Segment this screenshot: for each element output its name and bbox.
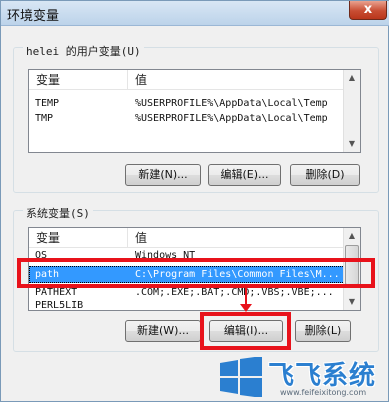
list-item[interactable]: TEMP %USERPROFILE%\AppData\Local\Temp <box>29 96 345 111</box>
scrollbar-thumb[interactable] <box>345 245 359 285</box>
close-icon: x <box>363 2 373 17</box>
vertical-scrollbar[interactable]: ▲ ▼ <box>343 228 360 310</box>
user-new-button[interactable]: 新建(N)... <box>125 164 201 186</box>
annotation-arrow-line <box>245 284 247 306</box>
column-header-variable[interactable]: 变量 <box>29 228 128 248</box>
environment-variables-dialog: 环境变量 x helei 的用户变量(U) 变量 值 TEMP %USERPRO… <box>0 0 389 402</box>
user-delete-button[interactable]: 删除(D) <box>290 164 360 186</box>
system-variables-list[interactable]: 变量 值 OS Windows_NT path C:\Program Files… <box>28 227 361 311</box>
title-bar[interactable]: 环境变量 x <box>1 1 389 26</box>
system-edit-button[interactable]: 编辑(I)... <box>209 320 283 342</box>
scroll-down-icon[interactable]: ▼ <box>344 136 360 152</box>
watermark: 飞飞系统 www.feifeixitong.com <box>214 355 384 399</box>
scroll-up-icon[interactable]: ▲ <box>344 70 360 86</box>
variable-value: %USERPROFILE%\AppData\Local\Temp <box>135 98 328 109</box>
window-title: 环境变量 <box>7 9 60 24</box>
user-edit-button[interactable]: 编辑(E)... <box>208 164 281 186</box>
list-header: 变量 值 <box>29 70 345 90</box>
annotation-arrow-head-icon <box>240 304 252 312</box>
list-item[interactable]: PERL5LIB <box>29 298 345 311</box>
column-header-value[interactable]: 值 <box>128 70 345 90</box>
column-header-value[interactable]: 值 <box>128 228 345 248</box>
system-variables-label: 系统变量(S) <box>23 205 93 221</box>
variable-name: PERL5LIB <box>35 300 84 311</box>
variable-name: TEMP <box>35 98 60 109</box>
column-header-variable[interactable]: 变量 <box>29 70 128 90</box>
system-delete-button[interactable]: 删除(L) <box>295 320 351 342</box>
windows-logo-icon <box>220 357 262 397</box>
user-variables-list[interactable]: 变量 值 TEMP %USERPROFILE%\AppData\Local\Te… <box>28 69 361 153</box>
list-item[interactable]: TMP %USERPROFILE%\AppData\Local\Temp <box>29 111 345 126</box>
variable-value: Windows_NT <box>135 250 196 261</box>
close-button[interactable]: x <box>349 1 387 20</box>
vertical-scrollbar[interactable]: ▲ ▼ <box>343 70 360 152</box>
variable-name: path <box>35 269 60 280</box>
user-variables-label: helei 的用户变量(U) <box>23 43 144 59</box>
variable-name: OS <box>35 250 48 261</box>
scroll-down-icon[interactable]: ▼ <box>344 294 360 310</box>
list-header: 变量 值 <box>29 228 345 248</box>
system-new-button[interactable]: 新建(W)... <box>125 320 201 342</box>
list-item-selected[interactable]: path C:\Program Files\Common Files\M... <box>29 266 345 283</box>
scroll-up-icon[interactable]: ▲ <box>344 228 360 244</box>
variable-value: C:\Program Files\Common Files\M... <box>135 269 340 280</box>
watermark-url: www.feifeixitong.com <box>280 388 367 397</box>
list-item[interactable]: OS Windows_NT <box>29 248 345 263</box>
variable-name: TMP <box>35 113 54 124</box>
watermark-text: 飞飞系统 <box>268 361 377 391</box>
variable-value: %USERPROFILE%\AppData\Local\Temp <box>135 113 328 124</box>
